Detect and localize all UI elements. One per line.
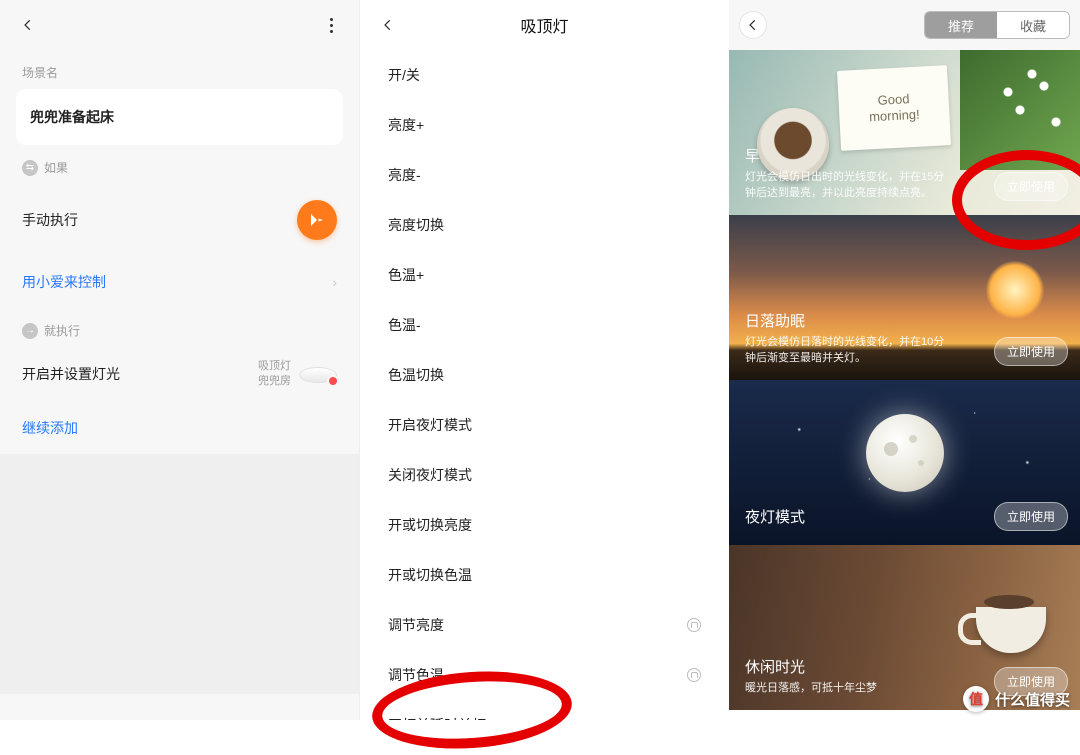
note-decoration: Goodmorning! [837,65,951,151]
watermark-logo-icon: 值 [963,686,989,712]
action-option[interactable]: 关闭夜灯模式 [360,450,729,500]
device-room: 兜兜房 [258,374,291,389]
use-now-button[interactable]: 立即使用 [994,172,1068,201]
action-label: 调节亮度 [388,615,444,635]
action-label: 色温+ [388,265,424,285]
add-more-button[interactable]: 继续添加 [0,402,359,454]
manual-trigger-icon [297,200,337,240]
flowers-decoration [960,50,1080,170]
then-icon: → [22,323,38,339]
scene-card-sunset[interactable]: 日落助眠 灯光会模仿日落时的光线变化，并在10分钟后渐变至最暗并关灯。 立即使用 [729,215,1080,380]
ceiling-lamp-icon [299,363,337,385]
xiaoai-control-row[interactable]: 用小爱来控制 › [0,256,359,308]
lock-icon [687,668,701,682]
tab-recommend[interactable]: 推荐 [925,12,997,38]
action-label: 亮度切换 [388,215,444,235]
action-label: 色温- [388,315,421,335]
action-label: 开或切换亮度 [388,515,472,535]
scene-card-night[interactable]: 夜灯模式 立即使用 [729,380,1080,545]
back-button[interactable] [739,11,767,39]
scene-editor-pane: 场景名 兜兜准备起床 ⇆ 如果 手动执行 用小爱来控制 › → 就执行 开启并设… [0,0,359,720]
action-option[interactable]: 色温+ [360,250,729,300]
action-row[interactable]: 开启并设置灯光 吸顶灯 兜兜房 [0,347,359,402]
tab-favorites[interactable]: 收藏 [997,12,1069,38]
action-option[interactable]: 开或切换色温 [360,550,729,600]
action-option[interactable]: 调节亮度 [360,600,729,650]
coffee-cup-decoration [757,108,829,180]
device-actions-pane: 吸顶灯 开/关亮度+亮度-亮度切换色温+色温-色温切换开启夜灯模式关闭夜灯模式开… [359,0,729,720]
scene-name-card[interactable]: 兜兜准备起床 [16,89,343,145]
action-label: 亮度- [388,165,421,185]
action-label: 调节色温 [388,665,444,685]
lock-icon [687,618,701,632]
moon-decoration [866,414,944,492]
action-option[interactable]: 亮度+ [360,100,729,150]
action-option[interactable]: 色温切换 [360,350,729,400]
action-option[interactable]: 调节色温 [360,650,729,700]
if-icon: ⇆ [22,160,38,176]
use-now-button[interactable]: 立即使用 [994,502,1068,531]
action-option[interactable]: 开或切换亮度 [360,500,729,550]
use-now-button[interactable]: 立即使用 [994,337,1068,366]
if-section-label: ⇆ 如果 [0,145,359,184]
back-button[interactable] [16,13,40,37]
action-label: 亮度+ [388,115,424,135]
card-desc: 灯光会模仿日落时的光线变化，并在10分钟后渐变至最暗并关灯。 [745,335,955,366]
device-name: 吸顶灯 [258,359,291,374]
action-label: 开/关 [388,65,420,85]
action-option[interactable]: 开灯并延时关灯 [360,700,729,720]
action-option[interactable]: 开启夜灯模式 [360,400,729,450]
action-label: 开或切换色温 [388,565,472,585]
scene-card-morning[interactable]: Goodmorning! 早安唤醒 灯光会模仿日出时的光线变化，并在15分钟后达… [729,50,1080,215]
scene-gallery-pane: 推荐 收藏 Goodmorning! 早安唤醒 灯光会模仿日出时的光线变化，并在… [729,0,1080,720]
cup-decoration [976,607,1046,653]
action-option[interactable]: 亮度- [360,150,729,200]
back-button[interactable] [376,13,400,37]
more-menu-button[interactable] [319,13,343,37]
action-option[interactable]: 色温- [360,300,729,350]
action-label: 开启夜灯模式 [388,415,472,435]
action-option[interactable]: 开/关 [360,50,729,100]
action-option[interactable]: 亮度切换 [360,200,729,250]
trigger-manual-row[interactable]: 手动执行 [0,184,359,256]
action-label: 开灯并延时关灯 [388,715,486,720]
card-desc: 暖光日落感，可抵十年尘梦 [745,681,955,696]
chevron-right-icon: › [332,274,337,290]
scene-name-label: 场景名 [0,50,359,89]
then-section-label: → 就执行 [0,308,359,347]
card-title: 日落助眠 [745,310,1064,331]
watermark: 值 什么值得买 [963,686,1070,712]
tab-segmented-control: 推荐 收藏 [924,11,1070,39]
card-desc: 灯光会模仿日出时的光线变化，并在15分钟后达到最亮，并以此亮度持续点亮。 [745,170,955,201]
action-label: 色温切换 [388,365,444,385]
action-label: 关闭夜灯模式 [388,465,472,485]
page-title: 吸顶灯 [400,13,689,37]
